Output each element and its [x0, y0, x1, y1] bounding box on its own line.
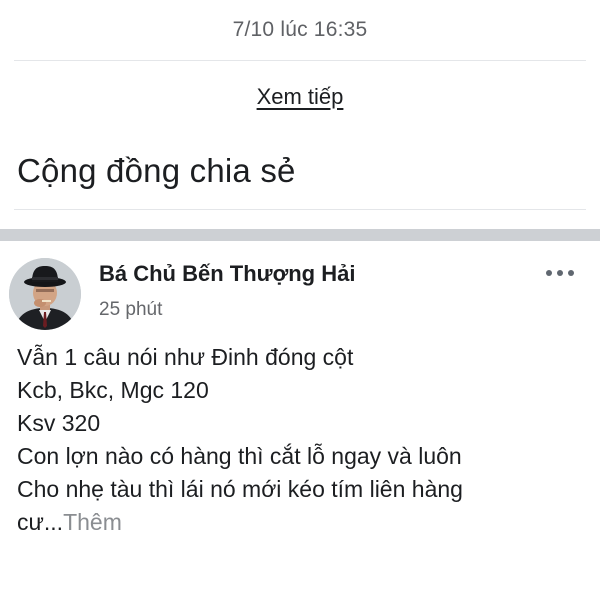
section-title: Cộng đồng chia sẻ — [17, 152, 296, 189]
post-header: Bá Chủ Bến Thượng Hải 25 phút — [0, 241, 600, 341]
timestamp-text: 7/10 lúc 16:35 — [232, 18, 368, 41]
previous-post-timestamp: 7/10 lúc 16:35 — [0, 0, 600, 60]
post-text-line: Cho nhẹ tàu thì lái nó mới kéo tím liên … — [17, 476, 463, 502]
post-text-truncated: cư... — [17, 509, 64, 535]
more-options-button[interactable] — [538, 259, 582, 287]
more-horizontal-icon — [546, 270, 574, 276]
avatar[interactable] — [9, 258, 81, 330]
see-more-row: Xem tiếp — [0, 61, 600, 133]
see-more-text-button[interactable]: Thêm — [63, 509, 122, 535]
post-card: Bá Chủ Bến Thượng Hải 25 phút Vẫn 1 câu … — [0, 241, 600, 539]
post-time[interactable]: 25 phút — [99, 299, 162, 321]
post-text-line: Kcb, Bkc, Mgc 120 — [17, 377, 209, 403]
avatar-image — [9, 258, 81, 330]
section-separator-bar — [0, 229, 600, 241]
author-name[interactable]: Bá Chủ Bến Thượng Hải — [99, 261, 355, 287]
feed-page: 7/10 lúc 16:35 Xem tiếp Cộng đồng chia s… — [0, 0, 600, 600]
post-text-line: Vẫn 1 câu nói như Đinh đóng cột — [17, 344, 354, 370]
post-body: Vẫn 1 câu nói như Đinh đóng cột Kcb, Bkc… — [0, 341, 600, 539]
see-more-link[interactable]: Xem tiếp — [257, 84, 344, 110]
post-text-last-line: cư...Thêm — [17, 506, 583, 539]
post-text-line: Con lợn nào có hàng thì cắt lỗ ngay và l… — [17, 443, 462, 469]
post-text-line: Ksv 320 — [17, 410, 101, 436]
